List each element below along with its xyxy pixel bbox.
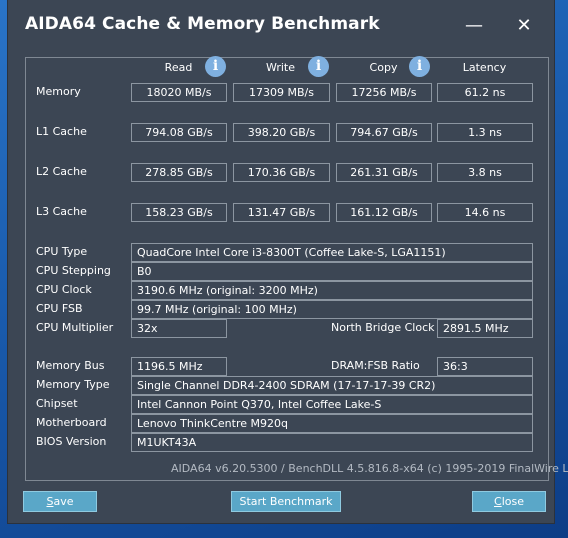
close-window-button[interactable]: ✕ — [510, 14, 538, 38]
l3-write-value: 131.47 GB/s — [233, 203, 330, 222]
cpu-stepping-label: CPU Stepping — [36, 264, 111, 277]
write-info-icon[interactable]: i — [308, 56, 329, 77]
bios-version-value: M1UKT43A — [131, 433, 533, 452]
row-label-l3-cache: L3 Cache — [36, 205, 87, 218]
motherboard-label: Motherboard — [36, 416, 107, 429]
cpu-fsb-value: 99.7 MHz (original: 100 MHz) — [131, 300, 533, 319]
close-button[interactable]: Close — [472, 491, 546, 512]
title-bar[interactable]: AIDA64 Cache & Memory Benchmark — ✕ — [8, 0, 554, 52]
l3-latency-value: 14.6 ns — [437, 203, 533, 222]
read-info-icon[interactable]: i — [205, 56, 226, 77]
window-title: AIDA64 Cache & Memory Benchmark — [25, 14, 380, 34]
l2-copy-value: 261.31 GB/s — [336, 163, 432, 182]
memory-type-label: Memory Type — [36, 378, 110, 391]
chipset-label: Chipset — [36, 397, 78, 410]
memory-write-value: 17309 MB/s — [233, 83, 330, 102]
row-label-l1-cache: L1 Cache — [36, 125, 87, 138]
save-button-label: ave — [53, 495, 74, 508]
l2-write-value: 170.36 GB/s — [233, 163, 330, 182]
dram-fsb-ratio-value: 36:3 — [437, 357, 533, 376]
minimize-button[interactable]: — — [460, 14, 488, 38]
benchmark-window: AIDA64 Cache & Memory Benchmark — ✕ Read… — [8, 0, 568, 523]
l3-copy-value: 161.12 GB/s — [336, 203, 432, 222]
l1-latency-value: 1.3 ns — [437, 123, 533, 142]
l1-read-value: 794.08 GB/s — [131, 123, 227, 142]
row-label-l2-cache: L2 Cache — [36, 165, 87, 178]
cpu-type-value: QuadCore Intel Core i3-8300T (Coffee Lak… — [131, 243, 533, 262]
l3-read-value: 158.23 GB/s — [131, 203, 227, 222]
chipset-value: Intel Cannon Point Q370, Intel Coffee La… — [131, 395, 533, 414]
start-benchmark-button[interactable]: Start Benchmark — [231, 491, 341, 512]
close-button-label: lose — [501, 495, 524, 508]
memory-bus-value: 1196.5 MHz — [131, 357, 227, 376]
bios-version-label: BIOS Version — [36, 435, 107, 448]
l2-latency-value: 3.8 ns — [437, 163, 533, 182]
l2-read-value: 278.85 GB/s — [131, 163, 227, 182]
memory-latency-value: 61.2 ns — [437, 83, 533, 102]
l1-write-value: 398.20 GB/s — [233, 123, 330, 142]
cpu-multiplier-label: CPU Multiplier — [36, 321, 114, 334]
copy-info-icon[interactable]: i — [409, 56, 430, 77]
cpu-type-label: CPU Type — [36, 245, 88, 258]
north-bridge-clock-label: North Bridge Clock — [331, 321, 435, 334]
cpu-clock-label: CPU Clock — [36, 283, 92, 296]
dram-fsb-ratio-label: DRAM:FSB Ratio — [331, 359, 420, 372]
column-header-latency: Latency — [462, 61, 507, 74]
north-bridge-clock-value: 2891.5 MHz — [437, 319, 533, 338]
save-button[interactable]: Save — [23, 491, 97, 512]
cpu-fsb-label: CPU FSB — [36, 302, 83, 315]
copyright-text: AIDA64 v6.20.5300 / BenchDLL 4.5.816.8-x… — [171, 462, 568, 475]
memory-bus-label: Memory Bus — [36, 359, 105, 372]
motherboard-value: Lenovo ThinkCentre M920q — [131, 414, 533, 433]
cpu-clock-value: 3190.6 MHz (original: 3200 MHz) — [131, 281, 533, 300]
row-label-memory: Memory — [36, 85, 81, 98]
memory-read-value: 18020 MB/s — [131, 83, 227, 102]
cpu-multiplier-value: 32x — [131, 319, 227, 338]
memory-type-value: Single Channel DDR4-2400 SDRAM (17-17-17… — [131, 376, 533, 395]
memory-copy-value: 17256 MB/s — [336, 83, 432, 102]
l1-copy-value: 794.67 GB/s — [336, 123, 432, 142]
cpu-stepping-value: B0 — [131, 262, 533, 281]
